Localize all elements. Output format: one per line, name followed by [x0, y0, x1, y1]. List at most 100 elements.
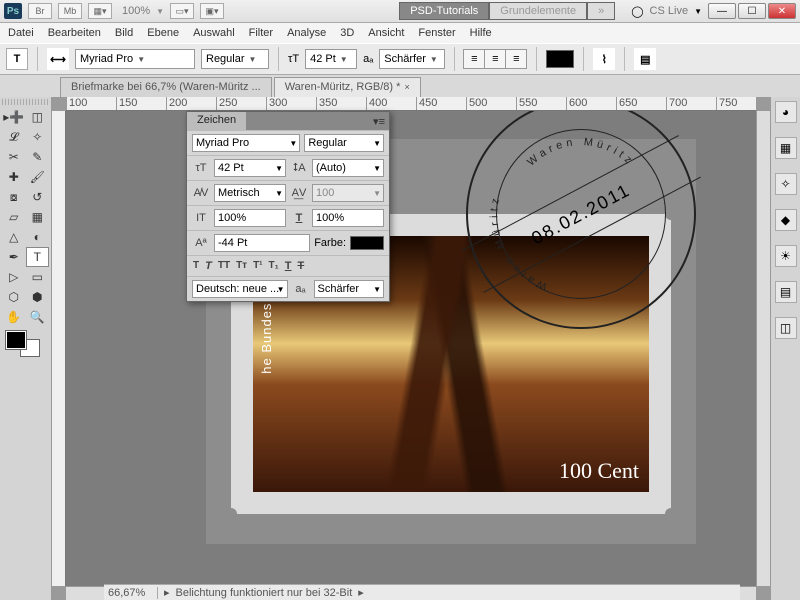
panel-kerning-field[interactable]: Metrisch▼ [214, 184, 286, 202]
align-center-button[interactable]: ≡ [484, 49, 506, 69]
panel-vscale-field[interactable]: 100% [214, 209, 286, 227]
panel-tab-bar[interactable]: Zeichen ▾≡ [187, 112, 389, 130]
panel-antialias-dropdown[interactable]: Schärfer▼ [314, 280, 385, 298]
eyedropper-tool[interactable]: ✎ [26, 147, 50, 167]
document-tab-1[interactable]: Briefmarke bei 66,7% (Waren-Müritz ... [60, 77, 272, 97]
underline-button[interactable]: T [285, 260, 292, 272]
dock-styles-icon[interactable]: ✧ [775, 173, 797, 195]
font-family-dropdown[interactable]: Myriad Pro▼ [75, 49, 195, 69]
workspace-more-icon[interactable]: » [587, 2, 615, 20]
move-tool[interactable]: ▸➕ [2, 107, 26, 127]
menu-filter[interactable]: Filter [249, 27, 273, 39]
dock-adjust-icon[interactable]: ☀ [775, 245, 797, 267]
hand-tool[interactable]: ✋ [2, 307, 26, 327]
path-select-tool[interactable]: ▷ [2, 267, 26, 287]
antialias-dropdown[interactable]: Schärfer▼ [379, 49, 445, 69]
cs-live-icon[interactable]: ◯ [631, 5, 643, 18]
scrollbar-vertical[interactable] [756, 111, 770, 586]
warp-text-button[interactable]: ⌇ [593, 48, 615, 70]
panel-font-dropdown[interactable]: Myriad Pro▼ [192, 134, 300, 152]
lasso-tool[interactable]: 𝓛 [2, 127, 26, 147]
eraser-tool[interactable]: ▱ [2, 207, 26, 227]
screen-mode-button[interactable]: ▣▾ [200, 3, 224, 19]
menu-3d[interactable]: 3D [340, 27, 354, 39]
healing-tool[interactable]: ✚ [2, 167, 26, 187]
layout-button[interactable]: ▦▾ [88, 3, 112, 19]
ruler-vertical[interactable] [52, 111, 66, 586]
dock-paths-icon[interactable]: ◫ [775, 317, 797, 339]
panel-tracking-field[interactable]: 100▼ [312, 184, 384, 202]
stamp-tool[interactable]: ⧇ [2, 187, 26, 207]
menu-ansicht[interactable]: Ansicht [368, 27, 404, 39]
window-close-button[interactable]: ✕ [768, 3, 796, 19]
text-color-swatch[interactable] [546, 50, 574, 68]
menu-bild[interactable]: Bild [115, 27, 133, 39]
workspace-tab-inactive[interactable]: Grundelemente [489, 2, 587, 20]
crop-tool[interactable]: ✂ [2, 147, 26, 167]
align-left-button[interactable]: ≡ [463, 49, 485, 69]
gradient-tool[interactable]: ▦ [26, 207, 50, 227]
smallcaps-button[interactable]: Tᴛ [236, 260, 247, 272]
cs-live-label[interactable]: CS Live [650, 5, 689, 17]
color-swatches[interactable] [6, 331, 46, 361]
canvas[interactable]: he Bundespost 100 Cent Waren Müritz Ware… [66, 111, 756, 586]
shape-tool[interactable]: ▭ [26, 267, 50, 287]
dock-swatches-icon[interactable]: ▦ [775, 137, 797, 159]
menu-datei[interactable]: Datei [8, 27, 34, 39]
character-panel[interactable]: Zeichen ▾≡ Myriad Pro▼ Regular▼ τT 42 Pt… [186, 111, 390, 302]
dock-channels-icon[interactable]: ▤ [775, 281, 797, 303]
brush-tool[interactable]: 🖌 [26, 167, 50, 187]
character-panel-button[interactable]: ▤ [634, 48, 656, 70]
status-arrow-icon[interactable]: ▸ [164, 586, 170, 599]
align-right-button[interactable]: ≡ [505, 49, 527, 69]
panel-size-field[interactable]: 42 Pt▼ [214, 159, 286, 177]
titlebar-zoom[interactable]: 100% [122, 5, 150, 17]
pen-tool[interactable]: ✒ [2, 247, 26, 267]
panel-color-swatch[interactable] [350, 236, 384, 250]
menu-fenster[interactable]: Fenster [418, 27, 455, 39]
type-tool[interactable]: T [26, 247, 50, 267]
view-extras-button[interactable]: ▭▾ [170, 3, 194, 19]
superscript-button[interactable]: T¹ [253, 260, 262, 272]
font-weight-dropdown[interactable]: Regular▼ [201, 49, 269, 69]
panel-menu-icon[interactable]: ▾≡ [373, 115, 385, 128]
toolbox-grip-icon[interactable] [2, 99, 49, 105]
font-size-dropdown[interactable]: 42 Pt▼ [305, 49, 357, 69]
panel-language-dropdown[interactable]: Deutsch: neue ...▼ [192, 280, 288, 298]
tool-preset-icon[interactable]: T [6, 48, 28, 70]
close-tab-icon[interactable]: × [404, 82, 409, 92]
menu-auswahl[interactable]: Auswahl [193, 27, 235, 39]
status-arrow2-icon[interactable]: ▸ [358, 586, 364, 599]
panel-hscale-field[interactable]: 100% [312, 209, 384, 227]
ruler-horizontal[interactable]: 1001502002503003504004505005506006507007… [66, 97, 756, 111]
text-orientation-button[interactable]: ⟷ [47, 48, 69, 70]
status-zoom[interactable]: 66,67% [108, 587, 158, 599]
zoom-tool[interactable]: 🔍 [26, 307, 50, 327]
allcaps-button[interactable]: TT [218, 260, 230, 272]
menu-analyse[interactable]: Analyse [287, 27, 326, 39]
faux-bold-button[interactable]: T [193, 260, 199, 272]
magic-wand-tool[interactable]: ✧ [26, 127, 50, 147]
menu-ebene[interactable]: Ebene [147, 27, 179, 39]
panel-baseline-field[interactable]: -44 Pt [214, 234, 310, 252]
bridge-button[interactable]: Br [28, 3, 52, 19]
panel-title[interactable]: Zeichen [187, 112, 246, 130]
panel-weight-dropdown[interactable]: Regular▼ [304, 134, 384, 152]
panel-leading-field[interactable]: (Auto)▼ [312, 159, 384, 177]
zoom-arrow-icon[interactable]: ▼ [156, 7, 164, 16]
dock-layers-icon[interactable]: ◆ [775, 209, 797, 231]
dodge-tool[interactable]: ◐ [26, 227, 50, 247]
menu-hilfe[interactable]: Hilfe [470, 27, 492, 39]
strikethrough-button[interactable]: T [298, 260, 305, 272]
3d-tool[interactable]: ⬡ [2, 287, 26, 307]
menu-bearbeiten[interactable]: Bearbeiten [48, 27, 101, 39]
3d-camera-tool[interactable]: ⬢ [26, 287, 50, 307]
blur-tool[interactable]: △ [2, 227, 26, 247]
window-minimize-button[interactable]: — [708, 3, 736, 19]
window-maximize-button[interactable]: ☐ [738, 3, 766, 19]
dock-color-icon[interactable]: ◕ [775, 101, 797, 123]
subscript-button[interactable]: T₁ [269, 260, 279, 272]
minibridge-button[interactable]: Mb [58, 3, 82, 19]
history-brush-tool[interactable]: ↺ [26, 187, 50, 207]
cs-live-arrow-icon[interactable]: ▼ [694, 7, 702, 16]
